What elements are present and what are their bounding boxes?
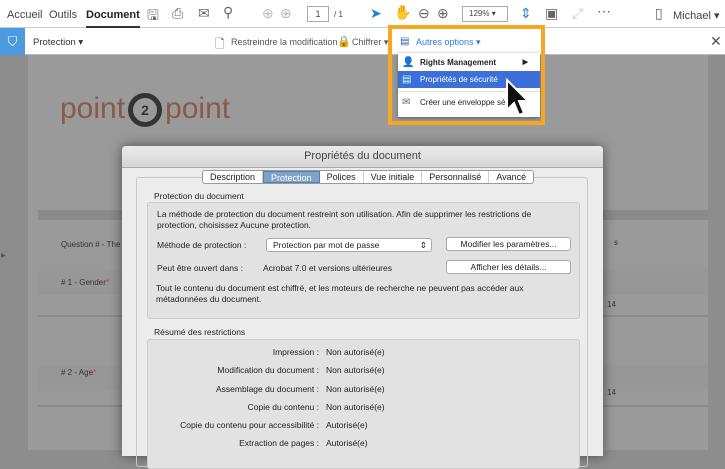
select-arrow-icon[interactable]: ➤ [370, 5, 382, 22]
save-icon[interactable]: 🖫 [147, 5, 159, 29]
protection-menu[interactable]: Protection ▾ [33, 37, 83, 48]
document-properties-dialog: Propriétés du document Description Prote… [122, 146, 603, 469]
show-details-button[interactable]: Afficher les détails... [446, 260, 571, 274]
restriction-label: Extraction de pages : [239, 438, 319, 448]
page-up-icon[interactable]: ⊕ [262, 5, 274, 22]
fit-page-icon[interactable]: ⇕ [520, 5, 532, 22]
page-total: / 1 [334, 10, 343, 19]
question-header: Question # - The [61, 240, 121, 249]
modify-settings-button[interactable]: Modifier les paramètres... [446, 237, 571, 251]
hand-icon[interactable]: ✋ [394, 4, 411, 21]
expand-panel-icon[interactable]: ▶ [1, 252, 6, 259]
user-menu[interactable]: Michael ▾ [673, 9, 719, 22]
zoom-value: 129% [469, 9, 490, 18]
fullscreen-icon[interactable]: ⤢ [572, 5, 583, 22]
open-label: Peut être ouvert dans : [157, 263, 243, 273]
page-down-icon[interactable]: ⊕ [280, 5, 292, 22]
logo-text-left: point [60, 92, 126, 125]
question-1: # 1 - Gender* [61, 278, 109, 287]
restrict-edit-button[interactable]: Restreindre la modification [231, 37, 338, 47]
zoom-out-icon[interactable]: ⊖ [418, 5, 430, 22]
restriction-label: Copie du contenu : [247, 402, 319, 412]
method-select[interactable]: Protection par mot de passe ⇕ [266, 238, 432, 252]
method-label: Méthode de protection : [157, 240, 247, 250]
logo-wheel: 2 [128, 93, 163, 128]
restriction-value: Non autorisé(e) [326, 384, 385, 394]
tab-avance[interactable]: Avancé [489, 171, 533, 183]
logo: point 2 point [60, 92, 231, 128]
side-text: s [614, 238, 618, 247]
required-mark: * [105, 278, 110, 287]
zoom-select[interactable]: 129% ▾ [462, 6, 508, 22]
protection-toolbar: ⛉ Protection ▾ 🗋 Restreindre la modifica… [0, 28, 725, 55]
print-icon[interactable]: ⎙ [172, 5, 183, 22]
question-2: # 2 - Age* [61, 368, 96, 377]
encrypt-label: Chiffrer [352, 37, 382, 47]
restriction-label: Copie du contenu pour accessibilité : [180, 420, 319, 430]
encrypted-note: Tout le contenu du document est chiffré,… [156, 283, 524, 304]
top-toolbar: Accueil Outils Document 🖫 ⎙ ✉ ⚲ ⊕ ⊕ 1 / … [0, 0, 725, 28]
question-1-label: # 1 - Gender [61, 278, 106, 287]
rotate-icon[interactable]: ▣ [545, 5, 558, 22]
cursor-icon [506, 78, 531, 117]
restriction-label: Impression : [272, 347, 319, 357]
shield-icon: ⛉ [0, 28, 25, 55]
page-number-input[interactable]: 1 [307, 6, 329, 22]
search-icon[interactable]: ⚲ [223, 4, 233, 21]
method-value: Protection par mot de passe [273, 240, 380, 250]
protection-label: Protection [33, 37, 76, 48]
restriction-label: Assemblage du document : [215, 384, 319, 394]
encrypt-button[interactable]: Chiffrer ▾ [352, 37, 388, 48]
intro-text: La méthode de protection du document res… [157, 209, 532, 230]
mail-icon[interactable]: ✉ [198, 5, 210, 22]
user-name: Michael [673, 10, 711, 22]
tab-accueil[interactable]: Accueil [7, 9, 42, 21]
zoom-in-icon[interactable]: ⊕ [437, 5, 449, 22]
section-protection-title: Protection du document [154, 191, 244, 201]
tab-protection[interactable]: Protection [263, 171, 320, 183]
restriction-value: Autorisé(e) [326, 420, 368, 430]
dialog-tabs: Description Protection Polices Vue initi… [202, 170, 535, 184]
lock-icon: 🔒 [337, 36, 351, 48]
more-icon[interactable]: ⋯ [597, 3, 611, 20]
open-value: Acrobat 7.0 et versions ultérieures [263, 263, 392, 273]
section-restrictions-title: Résumé des restrictions [154, 327, 246, 337]
restrict-icon: 🗋 [215, 37, 225, 51]
side-text: 14 [607, 388, 616, 397]
dialog-title: Propriétés du document [122, 146, 603, 168]
restriction-value: Autorisé(e) [326, 438, 368, 448]
restriction-value: Non autorisé(e) [326, 402, 385, 412]
tab-polices[interactable]: Polices [320, 171, 364, 183]
tab-description[interactable]: Description [203, 171, 264, 183]
tab-vue-initiale[interactable]: Vue initiale [364, 171, 423, 183]
select-arrows-icon: ⇕ [419, 240, 427, 250]
mobile-icon[interactable]: ▯ [655, 5, 663, 22]
logo-text-right: point [165, 92, 231, 125]
question-2-label: # 2 - Age [61, 368, 94, 377]
restriction-value: Non autorisé(e) [326, 347, 385, 357]
tab-outils[interactable]: Outils [49, 9, 77, 21]
side-text: 14 [607, 300, 616, 309]
required-mark: * [93, 368, 97, 377]
restriction-value: Non autorisé(e) [326, 365, 385, 375]
protection-section: La méthode de protection du document res… [147, 202, 580, 319]
tab-personnalise[interactable]: Personnalisé [422, 171, 490, 183]
tab-document[interactable]: Document [86, 9, 140, 28]
close-icon[interactable]: ✕ [710, 33, 722, 50]
restriction-label: Modification du document : [217, 365, 319, 375]
